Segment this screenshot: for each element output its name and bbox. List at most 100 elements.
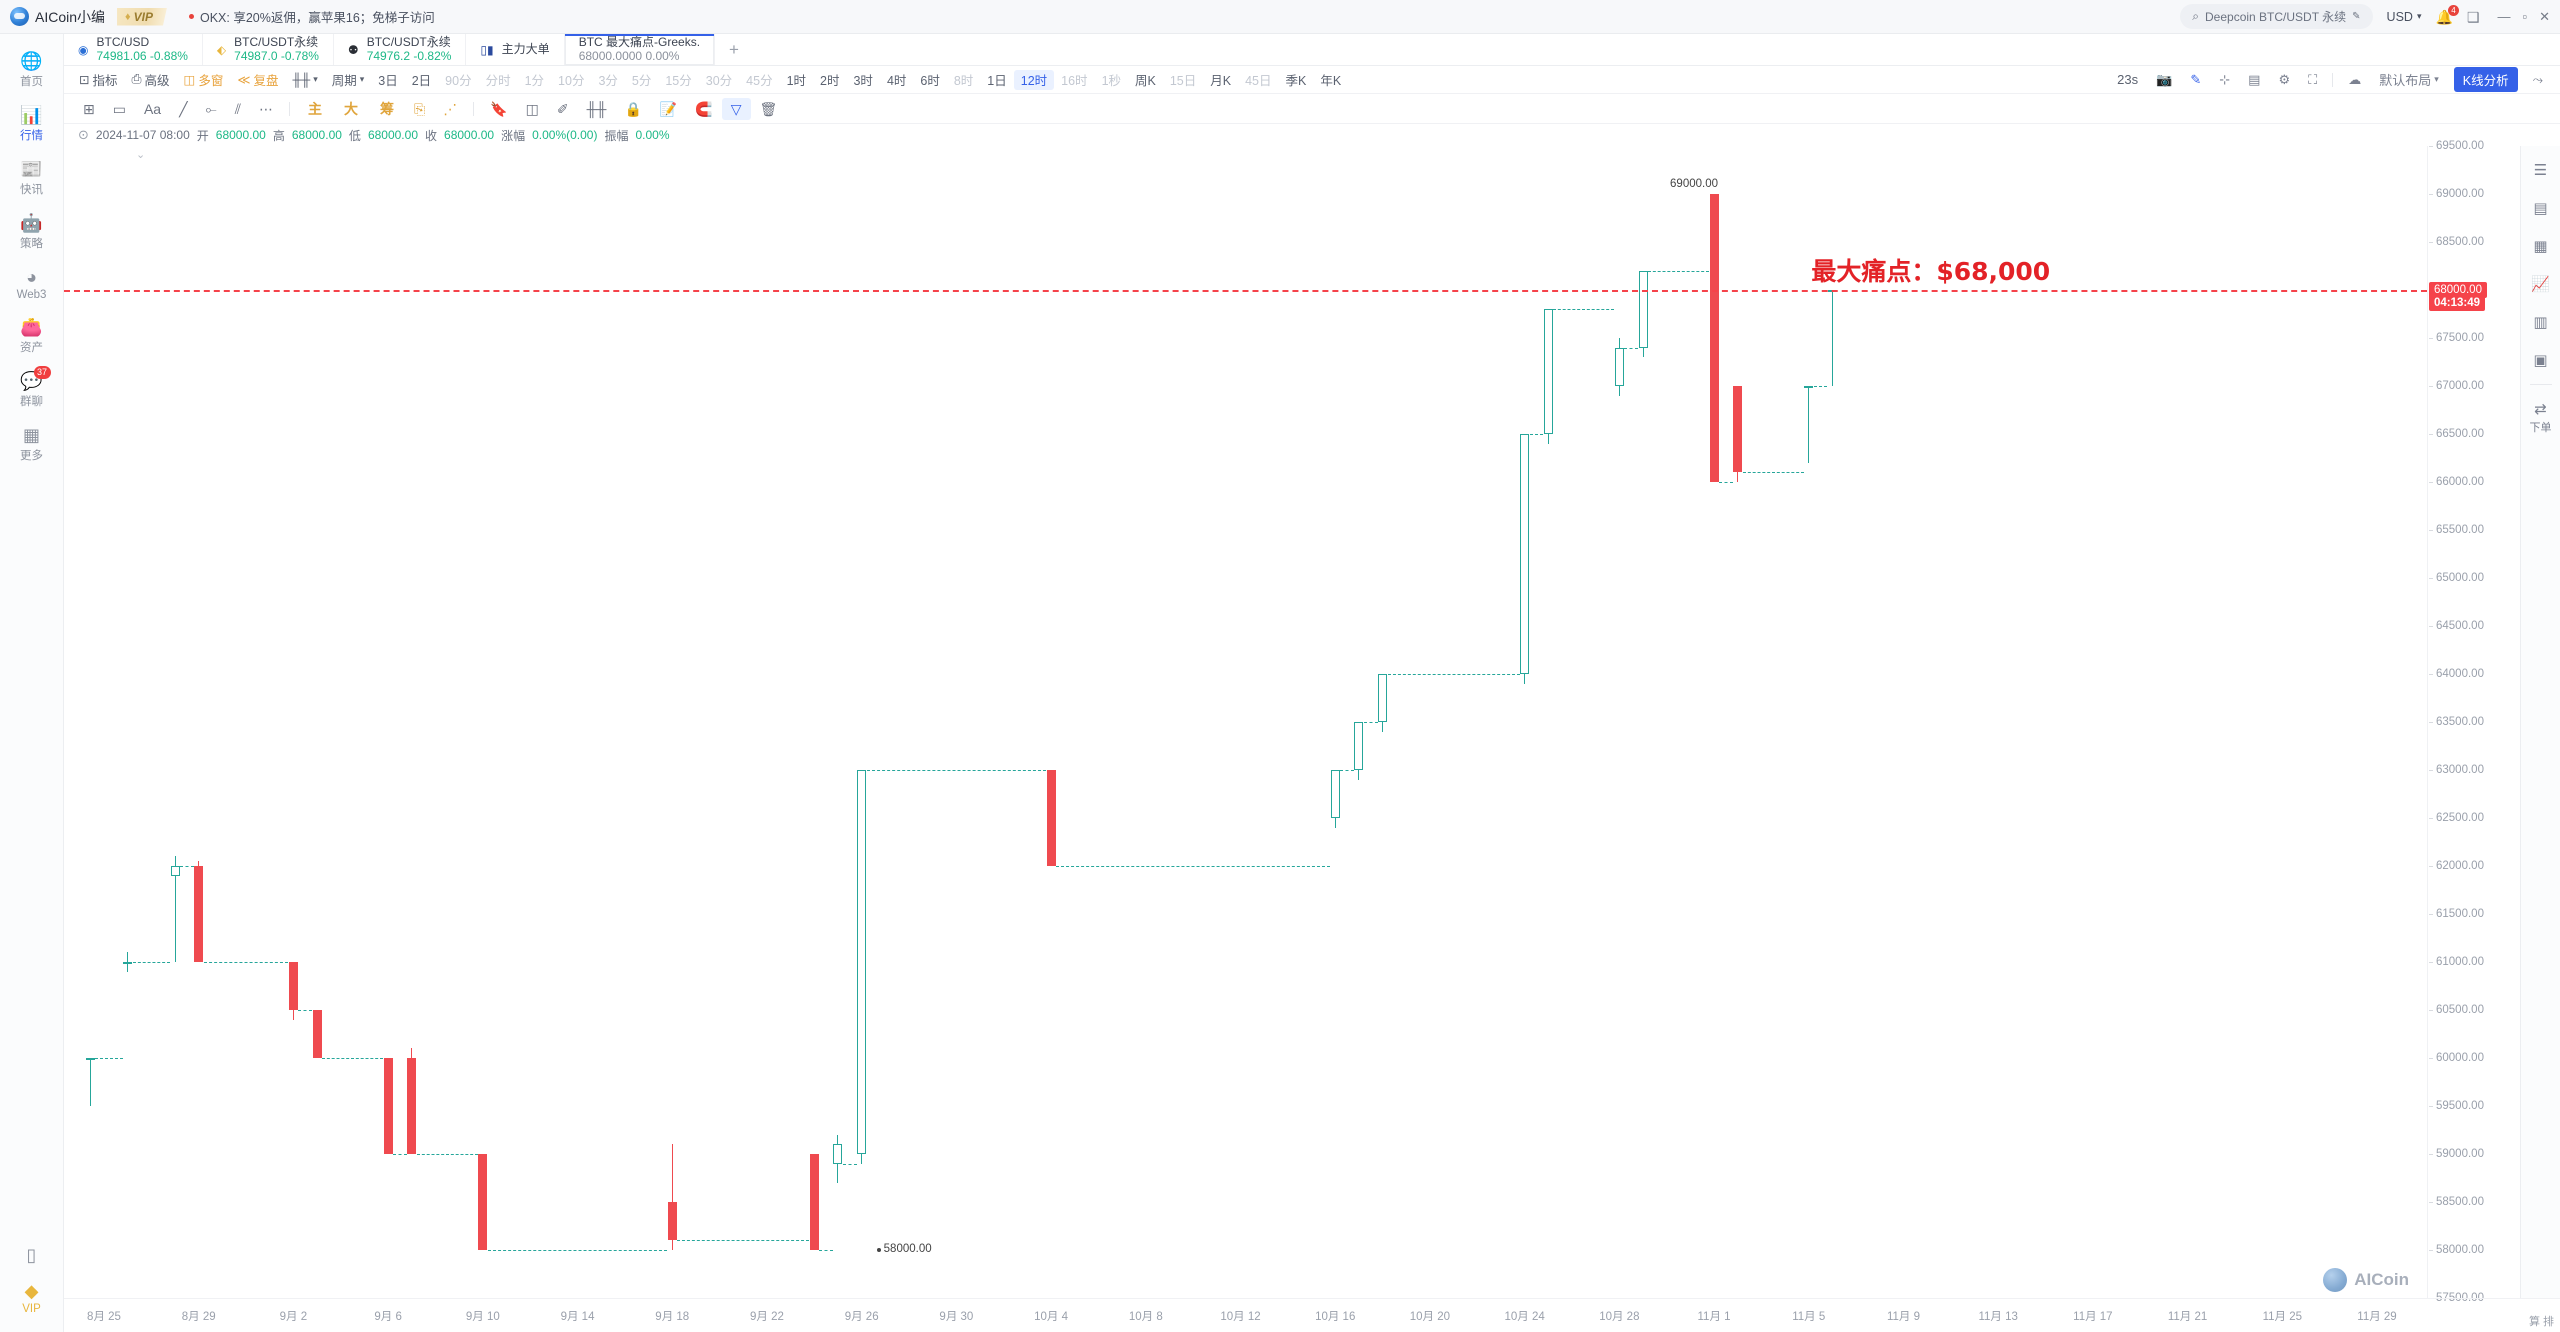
period-month[interactable]: 月K [1203,70,1238,89]
depth-icon[interactable]: ▥ [2521,304,2560,340]
period-dropdown[interactable]: 周期 ▾ [325,70,372,89]
magnet-icon[interactable]: ⎘ [405,102,434,116]
pencil-icon[interactable]: ✎ [2181,72,2210,88]
symbol-tab-btc-usdt-perp-1[interactable]: ⬖ BTC/USDT永续 74987.0 -0.78% [203,34,334,65]
candle-tool-icon[interactable]: ╫╫ [578,102,616,116]
time-axis[interactable]: 算 排 8月 25 8月 29 9月 2 9月 6 9月 10 9月 14 9月 18 9月 … [64,1298,2560,1332]
period-45m[interactable]: 45分 [739,70,779,89]
symbol-tab-btc-usdt-perp-2[interactable]: ⚉ BTC/USDT永续 74976.2 -0.82% [334,34,467,65]
crop-icon[interactable]: ⊹ [2210,72,2239,88]
sidebar-item-more[interactable]: ▦ 更多 [0,416,64,470]
period-1d[interactable]: 1日 [980,70,1013,89]
large-order-button[interactable]: 大 [333,102,369,116]
orderbook-icon[interactable]: ▦ [2521,228,2560,264]
period-4h[interactable]: 4时 [880,70,913,89]
sidebar-item-web3[interactable]: ◕ Web3 [0,258,64,308]
period-45d[interactable]: 45日 [1238,70,1278,89]
parallel-lines-icon[interactable]: ⫽ [226,102,250,116]
period-10m[interactable]: 10分 [551,70,591,89]
trendline-icon[interactable]: ╱ [170,102,196,116]
chart-up-icon[interactable]: 📈 [2521,266,2560,302]
text-Aa-icon[interactable]: Aa [135,102,170,116]
window-icon[interactable]: ❑ [2467,10,2480,24]
period-quarter[interactable]: 季K [1279,70,1314,89]
refresh-interval[interactable]: 23s [2108,72,2147,87]
filter-icon[interactable]: ▽ [721,97,751,120]
period-year[interactable]: 年K [1313,70,1348,89]
etf-icon[interactable]: ▣ [2521,342,2560,378]
multiwindow-button[interactable]: ◫ 多窗 [177,70,231,89]
sidebar-item-strategy[interactable]: 🤖 策略 [0,204,64,258]
sidebar-item-mobile[interactable]: ▯ [0,1236,64,1272]
candlestick-plot[interactable]: ⌄ AICoin 最大痛点：$68,000 69000.00 58000.00 [64,146,2427,1298]
period-8h[interactable]: 8时 [947,70,980,89]
symbol-tab-max-pain-greeks[interactable]: BTC 最大痛点-Greeks. 68000.0000 0.00% [564,34,716,65]
settings-icon[interactable]: ⚙ [2269,72,2299,88]
period-2d[interactable]: 2日 [405,70,438,89]
period-30m[interactable]: 30分 [699,70,739,89]
magnet2-icon[interactable]: 🧲 [686,102,721,116]
period-12h[interactable]: 12时 [1013,69,1055,90]
replay-button[interactable]: ≪ 复盘 [230,70,285,89]
period-1s[interactable]: 1秒 [1095,70,1128,89]
fullscreen-icon[interactable]: ⛶ [2299,72,2326,88]
period-90m[interactable]: 90分 [438,70,478,89]
add-tab-button[interactable]: + [715,34,753,65]
period-16h[interactable]: 16时 [1054,70,1094,89]
close-button[interactable]: ✕ [2539,9,2550,25]
pen-icon[interactable]: ✐ [548,102,578,116]
minimize-button[interactable]: — [2497,9,2510,25]
more-dots-icon[interactable]: ⋯ [250,102,282,116]
price-axis[interactable]: 69500.0069000.0068500.0068000.0067500.00… [2427,140,2520,1304]
kline-analysis-button[interactable]: K线分析 [2453,67,2518,92]
horizontal-segment-icon[interactable]: ⟜ [197,102,226,116]
period-15m[interactable]: 15分 [658,70,698,89]
period-week[interactable]: 周K [1128,70,1163,89]
layout-icon[interactable]: ▤ [2239,72,2269,88]
chip-button[interactable]: 筹 [369,102,405,116]
rectangle-icon[interactable]: ▭ [104,102,135,116]
period-6h[interactable]: 6时 [913,70,946,89]
expand-hint-icon[interactable]: ⌄ [136,148,145,161]
sidebar-item-home[interactable]: 🌐 首页 [0,42,64,96]
candle-type-button[interactable]: ╫╫ ▾ [285,73,324,87]
period-3d[interactable]: 3日 [371,70,404,89]
advanced-button[interactable]: ⎙ 高级 [125,70,177,89]
period-5m[interactable]: 5分 [625,70,658,89]
sidebar-item-assets[interactable]: 👛 资产 [0,308,64,362]
period-3m[interactable]: 3分 [591,70,624,89]
indicator-button[interactable]: ⊡ 指标 [72,70,125,89]
trash-icon[interactable]: 🗑 [751,102,787,116]
trade-button[interactable]: ⇄ 下单 [2521,391,2560,444]
maximize-button[interactable]: ▫ [2522,9,2527,25]
list-icon[interactable]: ☰ [2521,152,2560,188]
vip-badge[interactable]: ♦ VIP [117,7,167,26]
symbol-tab-btc-usd[interactable]: ◉ BTC/USD 74981.06 -0.88% [64,34,203,65]
sidebar-item-news[interactable]: 📰 快讯 [0,150,64,204]
period-3h[interactable]: 3时 [846,70,879,89]
period-15d[interactable]: 15日 [1163,70,1203,89]
period-2h[interactable]: 2时 [813,70,846,89]
symbol-tab-main-orders[interactable]: ▯▮ 主力大单 [466,34,565,65]
main-force-button[interactable]: 主 [297,102,333,116]
sidebar-item-vip[interactable]: ◆ VIP [0,1272,64,1322]
search-input[interactable]: ⌕ Deepcoin BTC/USDT 永续 ✎ [2180,4,2373,29]
share-icon[interactable]: ⤳ [2524,72,2552,88]
period-timeshare[interactable]: 分时 [479,70,518,89]
camera-icon[interactable]: 📷 [2147,72,2181,88]
layout-selector[interactable]: 默认布局 ▾ [2370,70,2448,89]
note-icon[interactable]: 📝 [651,102,686,116]
eraser-icon[interactable]: ◫ [517,102,548,116]
measure-icon[interactable]: ⋰ [434,102,466,116]
currency-selector[interactable]: USD ▾ [2387,10,2422,24]
sidebar-item-market[interactable]: 📊 行情 [0,96,64,150]
period-1m[interactable]: 1分 [518,70,551,89]
period-1h[interactable]: 1时 [780,70,813,89]
layers-icon[interactable]: ▤ [2521,190,2560,226]
collapse-icon[interactable]: ⊙ [78,127,89,143]
crosshair-plus-icon[interactable]: ⊞ [74,102,104,116]
sidebar-item-chat[interactable]: 37 💬 群聊 [0,362,64,416]
news-ticker[interactable]: OKX: 享20%返佣，赢苹果16；免梯子访问 [189,7,435,26]
bell-icon[interactable]: 🔔 4 [2435,4,2459,24]
lock-icon[interactable]: 🔒 [615,102,650,116]
